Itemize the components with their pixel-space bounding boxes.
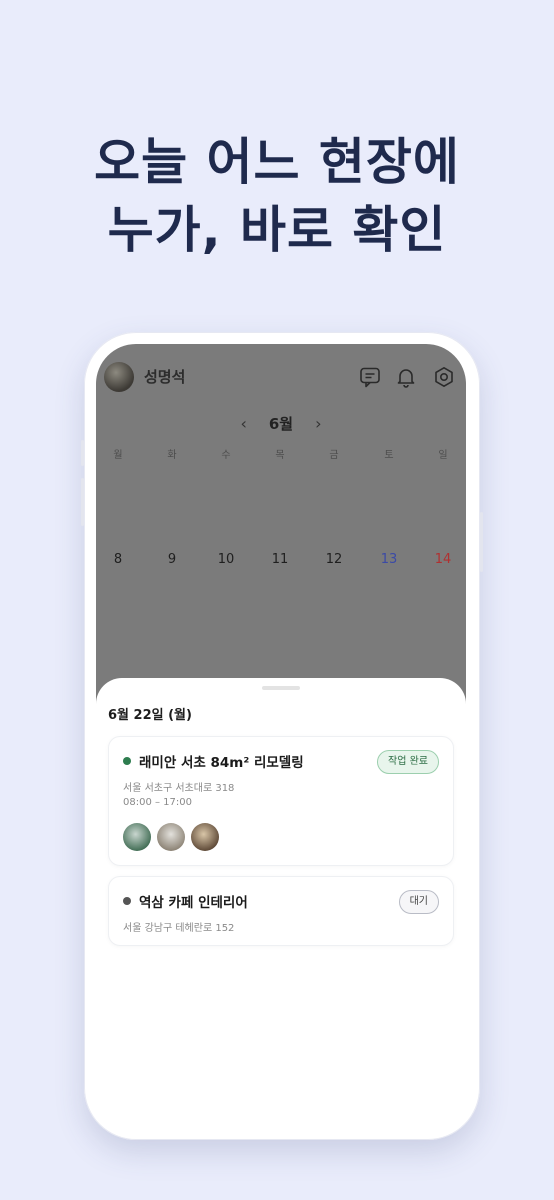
status-dot [123, 757, 131, 765]
chat-icon[interactable] [358, 365, 382, 389]
weekday-label: 수 [221, 450, 231, 461]
job-card[interactable]: 래미안 서초 84m² 리모델링 작업 완료 서울 서초구 서초대로 318 0… [108, 736, 454, 866]
headline-line-1: 오늘 어느 현장에 [94, 133, 460, 191]
weekday-header: 월 화 수 목 금 토 일 [96, 446, 466, 462]
next-month-button[interactable]: › [315, 414, 321, 433]
job-title: 래미안 서초 84m² 리모델링 [139, 755, 304, 771]
weekday-label: 목 [275, 450, 285, 461]
weekday-label: 일 [438, 450, 448, 461]
headline-line-2: 누가, 바로 확인 [107, 201, 447, 259]
calendar-date[interactable]: 8 [103, 552, 133, 567]
settings-icon[interactable] [432, 365, 456, 389]
phone-side-button [480, 512, 483, 572]
bottom-sheet: 6월 22일 (월) 래미안 서초 84m² 리모델링 작업 완료 서울 서초구… [96, 678, 466, 1128]
month-navigator: ‹ 6월 › [96, 410, 466, 436]
phone-side-button [81, 440, 84, 466]
week-row: 8 9 10 11 12 13 14 [96, 552, 466, 572]
weekday-label: 화 [167, 450, 177, 461]
calendar-date[interactable]: 9 [157, 552, 187, 567]
status-dot [123, 897, 131, 905]
job-address: 서울 서초구 서초대로 318 [123, 783, 235, 794]
sheet-drag-handle[interactable] [262, 686, 300, 690]
weekday-label: 금 [329, 450, 339, 461]
headline: 오늘 어느 현장에 누가, 바로 확인 [0, 128, 554, 264]
calendar-date-saturday[interactable]: 13 [374, 552, 404, 567]
avatar[interactable] [123, 823, 151, 851]
phone-screen: 성명석 ‹ 6월 › 월 화 수 목 금 토 일 8 9 10 11 12 13… [96, 344, 466, 1128]
avatar[interactable] [191, 823, 219, 851]
job-time: 08:00 – 17:00 [123, 797, 192, 808]
job-address: 서울 강남구 테헤란로 152 [123, 923, 235, 934]
weekday-label: 토 [384, 450, 394, 461]
calendar-date[interactable]: 11 [265, 552, 295, 567]
job-card[interactable]: 역삼 카페 인테리어 대기 서울 강남구 테헤란로 152 [108, 876, 454, 946]
phone-side-button [81, 478, 84, 526]
job-title: 역삼 카페 인테리어 [139, 895, 248, 911]
user-name: 성명석 [144, 368, 186, 386]
bell-icon[interactable] [394, 365, 418, 389]
calendar-date-sunday[interactable]: 14 [428, 552, 458, 567]
avatar[interactable] [104, 362, 134, 392]
calendar-date[interactable]: 10 [211, 552, 241, 567]
status-badge: 대기 [398, 890, 439, 914]
prev-month-button[interactable]: ‹ [240, 414, 246, 433]
selected-date-title: 6월 22일 (월) [108, 708, 192, 723]
month-label: 6월 [268, 414, 294, 433]
calendar-overlay: 성명석 ‹ 6월 › 월 화 수 목 금 토 일 8 9 10 11 12 13… [96, 344, 466, 724]
calendar-date[interactable]: 12 [319, 552, 349, 567]
status-badge: 작업 완료 [377, 750, 439, 774]
avatar[interactable] [157, 823, 185, 851]
weekday-label: 월 [113, 450, 123, 461]
